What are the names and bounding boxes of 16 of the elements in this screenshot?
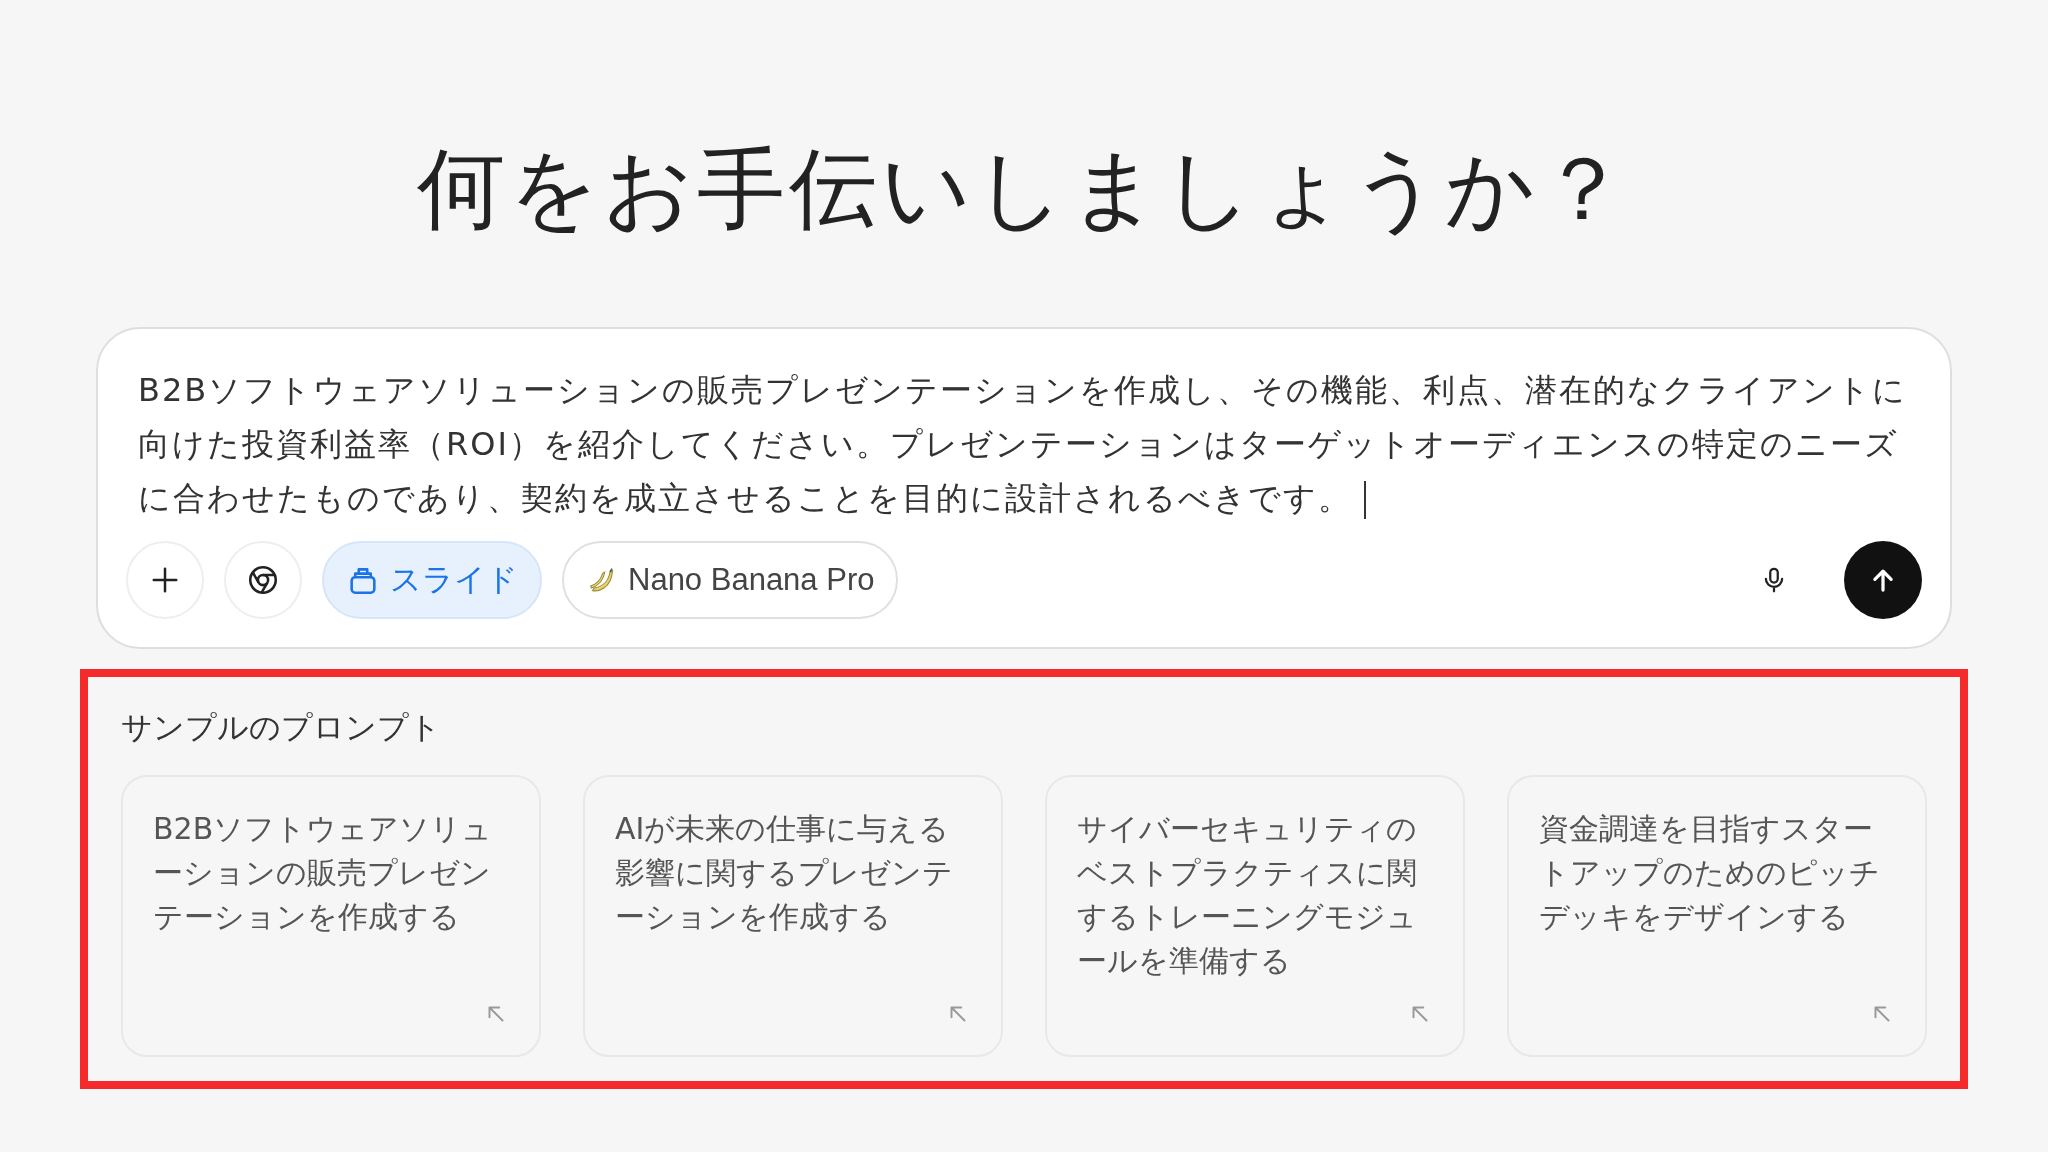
prompt-text: B2Bソフトウェアソリューションの販売プレゼンテーションを作成する [153, 810, 494, 936]
prompt-card[interactable]: AIが未来の仕事に与える影響に関するプレゼンテーションを作成する [583, 775, 1003, 1057]
prompt-text: AIが未来の仕事に与える影響に関するプレゼンテーションを作成する [615, 810, 954, 936]
prompt-card[interactable]: サイバーセキュリティのベストプラクティスに関するトレーニングモジュールを準備する [1045, 775, 1465, 1057]
prompt-text: 資金調達を目指すスタートアップのためのピッチデッキをデザインする [1539, 810, 1881, 936]
prompt-card[interactable]: B2Bソフトウェアソリューションの販売プレゼンテーションを作成する [121, 775, 541, 1057]
prompt-input[interactable]: B2Bソフトウェアソリューションの販売プレゼンテーションを作成し、その機能、利点、潜在的なクライアントに向けた投資利益率（ROI）を紹介してください。プレゼンテーションはターゲットオーディエンスの特定のニーズに合わせたものであり、契約を成立させることを目的に設計されるべきです。 [138, 363, 1918, 525]
mode-chip[interactable]: Nano Banana Pro [562, 541, 899, 619]
aperture-icon [246, 563, 280, 597]
page-heading: 何をお手伝いしましょうか？ [417, 136, 1631, 242]
prompt-card[interactable]: 資金調達を目指すスタートアップのためのピッチデッキをデザインする [1507, 775, 1927, 1057]
section-title: サンプルのプロンプト [121, 708, 442, 747]
mode-chip[interactable]: スライド [322, 541, 542, 619]
plus-icon [150, 565, 180, 595]
text-cursor [1364, 481, 1367, 519]
prompt-text: サイバーセキュリティのベストプラクティスに関するトレーニングモジュールを準備する [1077, 810, 1418, 980]
